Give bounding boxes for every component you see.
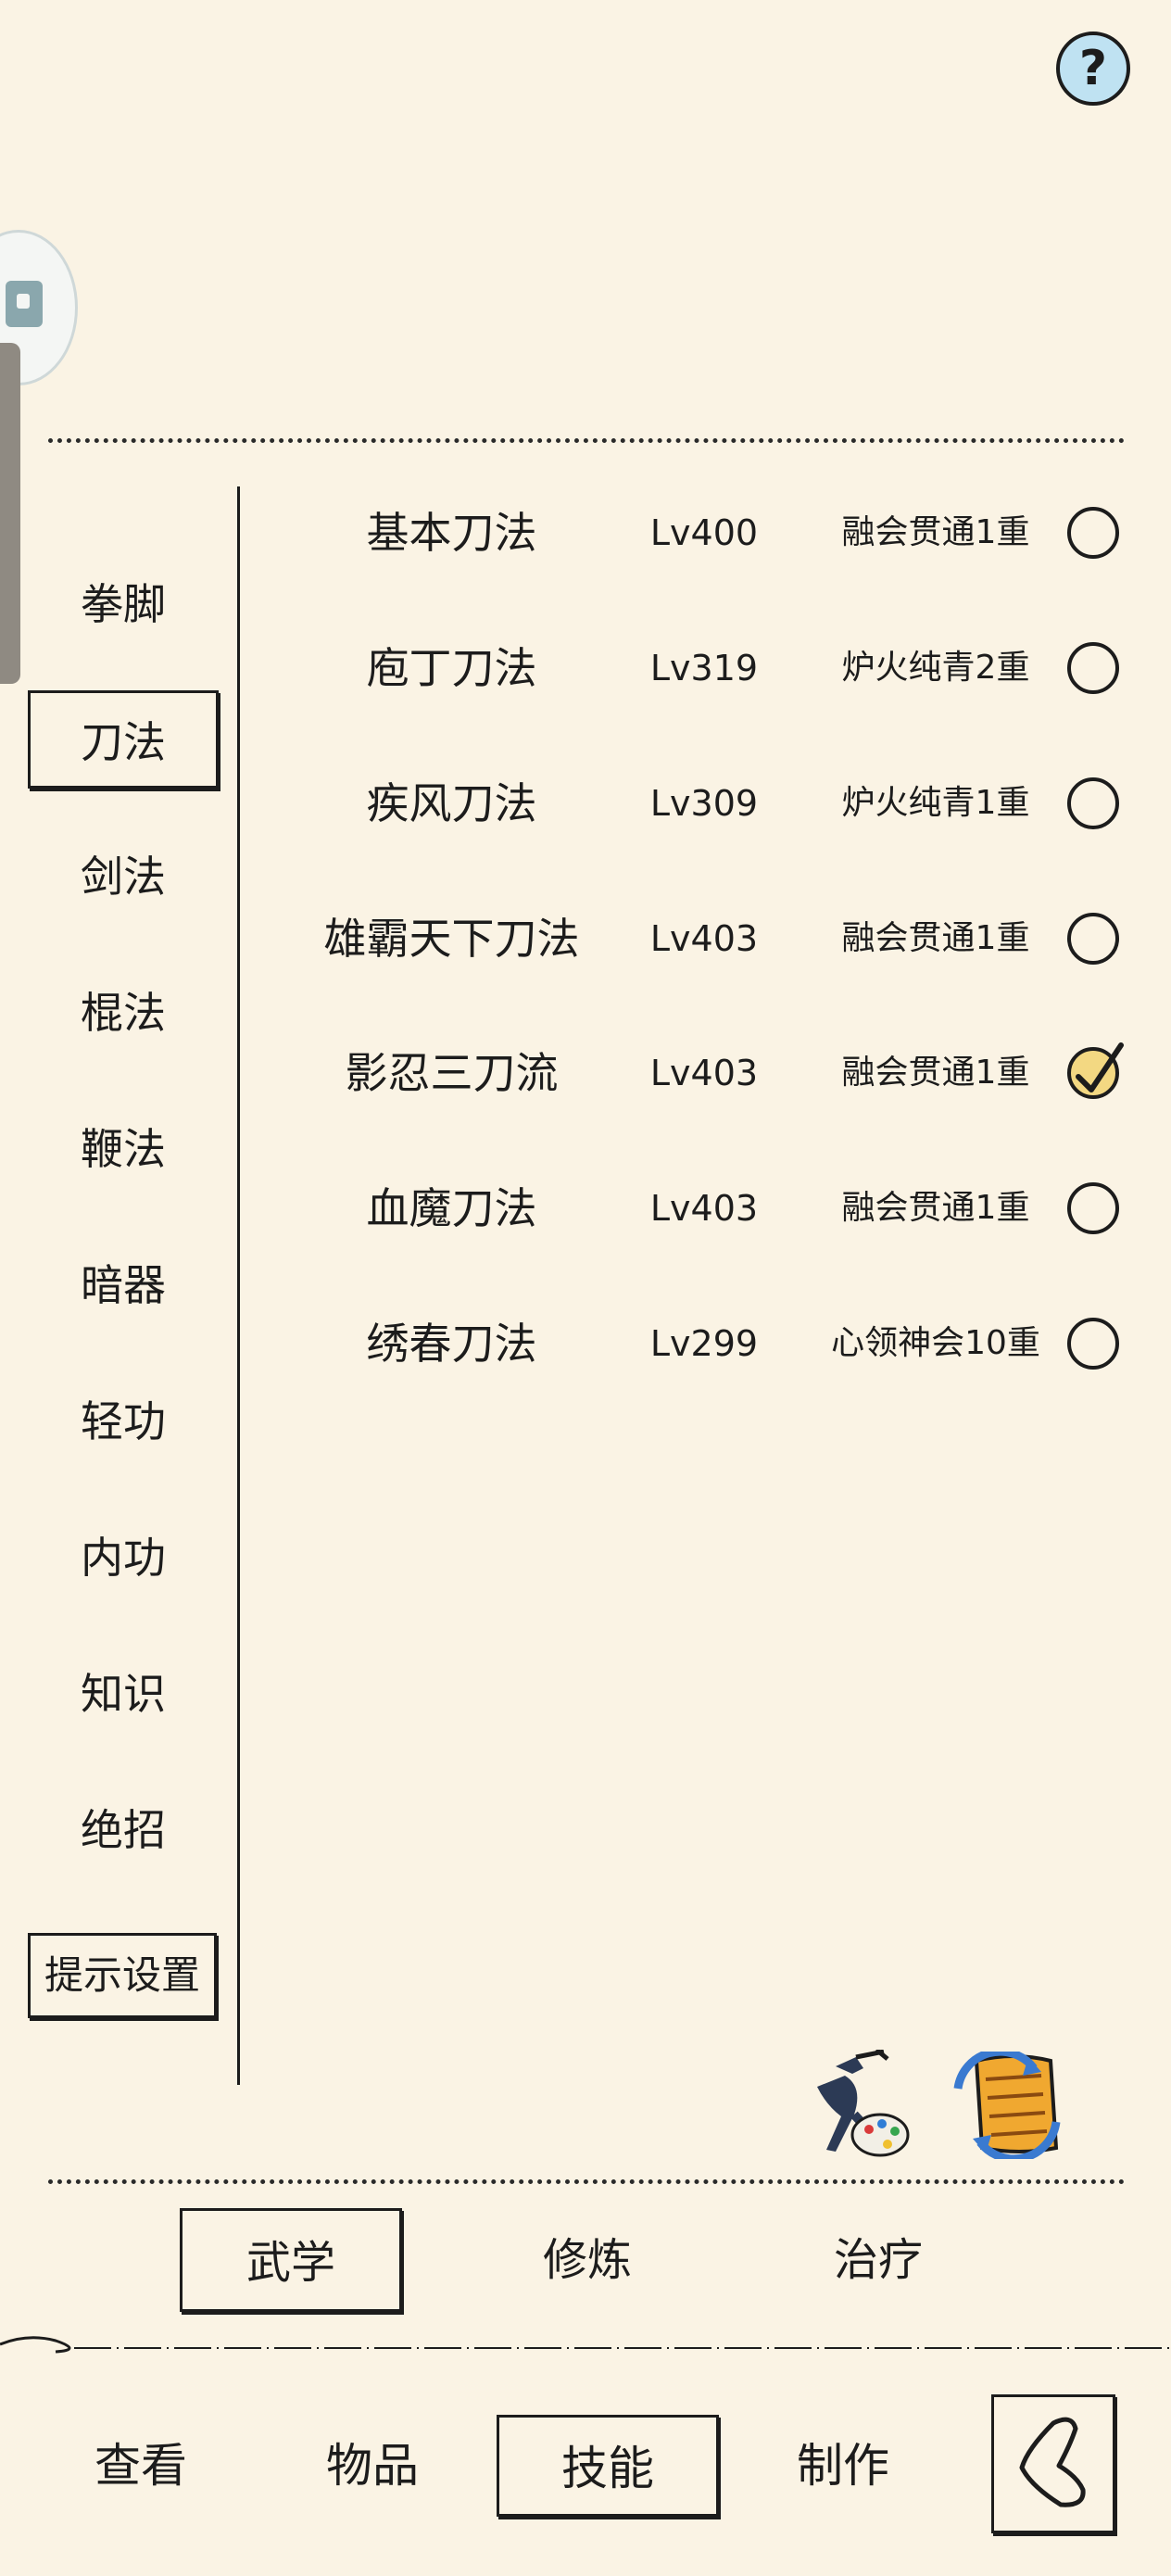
top-divider bbox=[48, 438, 1125, 443]
skill-row[interactable]: 庖丁刀法 Lv319 炉火纯青2重 bbox=[250, 600, 1158, 736]
skill-rank: 炉火纯青1重 bbox=[841, 784, 1030, 822]
tab-xiulian[interactable]: 修炼 bbox=[487, 2208, 687, 2312]
check-icon bbox=[1076, 1042, 1124, 1092]
skill-name: 疾风刀法 bbox=[366, 778, 537, 828]
tab-wuxue[interactable]: 武学 bbox=[180, 2208, 402, 2312]
nav-craft[interactable]: 制作 bbox=[750, 2415, 936, 2517]
skill-radio[interactable] bbox=[1067, 642, 1119, 694]
skill-radio[interactable] bbox=[1067, 1318, 1119, 1370]
nav-items[interactable]: 物品 bbox=[280, 2415, 465, 2517]
skill-level: Lv309 bbox=[649, 783, 759, 824]
skill-level: Lv403 bbox=[649, 1053, 759, 1093]
skill-rank: 融会贯通1重 bbox=[841, 919, 1030, 957]
skill-name: 基本刀法 bbox=[366, 508, 537, 558]
skill-rank: 炉火纯青2重 bbox=[841, 649, 1030, 687]
skill-radio[interactable] bbox=[1067, 1182, 1119, 1234]
bottom-divider bbox=[48, 2179, 1125, 2184]
category-zhishi[interactable]: 知识 bbox=[28, 1645, 219, 1743]
category-neigong[interactable]: 内功 bbox=[28, 1509, 219, 1607]
category-bianfa[interactable]: 鞭法 bbox=[28, 1100, 219, 1198]
back-chevron-icon bbox=[1019, 2417, 1086, 2507]
scroll-refresh-icon[interactable] bbox=[949, 2052, 1065, 2159]
skill-rank: 心领神会10重 bbox=[831, 1324, 1040, 1362]
skill-level: Lv400 bbox=[649, 512, 759, 553]
skill-name: 庖丁刀法 bbox=[366, 643, 537, 693]
skill-row[interactable]: 血魔刀法 Lv403 融会贯通1重 bbox=[250, 1141, 1158, 1276]
category-daofa[interactable]: 刀法 bbox=[28, 690, 219, 789]
skill-level: Lv319 bbox=[649, 648, 759, 688]
nav-skills[interactable]: 技能 bbox=[497, 2415, 719, 2517]
skill-radio[interactable] bbox=[1067, 507, 1119, 559]
skill-row[interactable]: 雄霸天下刀法 Lv403 融会贯通1重 bbox=[250, 871, 1158, 1006]
edge-scroll-handle[interactable] bbox=[0, 343, 20, 684]
category-jianfa[interactable]: 剑法 bbox=[28, 827, 219, 926]
tab-zhiliao[interactable]: 治疗 bbox=[778, 2208, 978, 2312]
help-button[interactable]: ? bbox=[1056, 32, 1130, 106]
skill-radio-selected[interactable] bbox=[1067, 1042, 1124, 1099]
skill-level: Lv299 bbox=[649, 1323, 759, 1364]
hint-settings-button[interactable]: 提示设置 bbox=[28, 1933, 217, 2018]
skill-rank: 融会贯通1重 bbox=[841, 1054, 1030, 1092]
back-button[interactable] bbox=[991, 2394, 1115, 2533]
skill-rank: 融会贯通1重 bbox=[841, 513, 1030, 551]
skill-name: 绣春刀法 bbox=[366, 1319, 537, 1369]
category-juezhao[interactable]: 绝招 bbox=[28, 1781, 219, 1879]
category-qinggong[interactable]: 轻功 bbox=[28, 1372, 219, 1471]
skill-name: 血魔刀法 bbox=[366, 1183, 537, 1233]
nav-view[interactable]: 查看 bbox=[48, 2415, 233, 2517]
skill-radio[interactable] bbox=[1067, 777, 1119, 829]
category-quanjiao[interactable]: 拳脚 bbox=[28, 555, 219, 653]
list-separator bbox=[237, 486, 240, 2085]
skill-name: 影忍三刀流 bbox=[345, 1048, 559, 1098]
skill-level: Lv403 bbox=[649, 918, 759, 959]
ninja-palette-icon[interactable] bbox=[799, 2050, 919, 2161]
skill-row[interactable]: 绣春刀法 Lv299 心领神会10重 bbox=[250, 1276, 1158, 1411]
skill-radio[interactable] bbox=[1067, 913, 1119, 965]
skill-rank: 融会贯通1重 bbox=[841, 1189, 1030, 1227]
skill-name: 雄霸天下刀法 bbox=[323, 914, 580, 964]
category-gunfa[interactable]: 棍法 bbox=[28, 964, 219, 1062]
skill-row[interactable]: 影忍三刀流 Lv403 融会贯通1重 bbox=[250, 1005, 1158, 1141]
nav-divider bbox=[0, 2336, 1171, 2354]
skill-row[interactable]: 基本刀法 Lv400 融会贯通1重 bbox=[250, 465, 1158, 600]
skill-level: Lv403 bbox=[649, 1188, 759, 1229]
skill-row[interactable]: 疾风刀法 Lv309 炉火纯青1重 bbox=[250, 736, 1158, 871]
category-anqi[interactable]: 暗器 bbox=[28, 1236, 219, 1334]
